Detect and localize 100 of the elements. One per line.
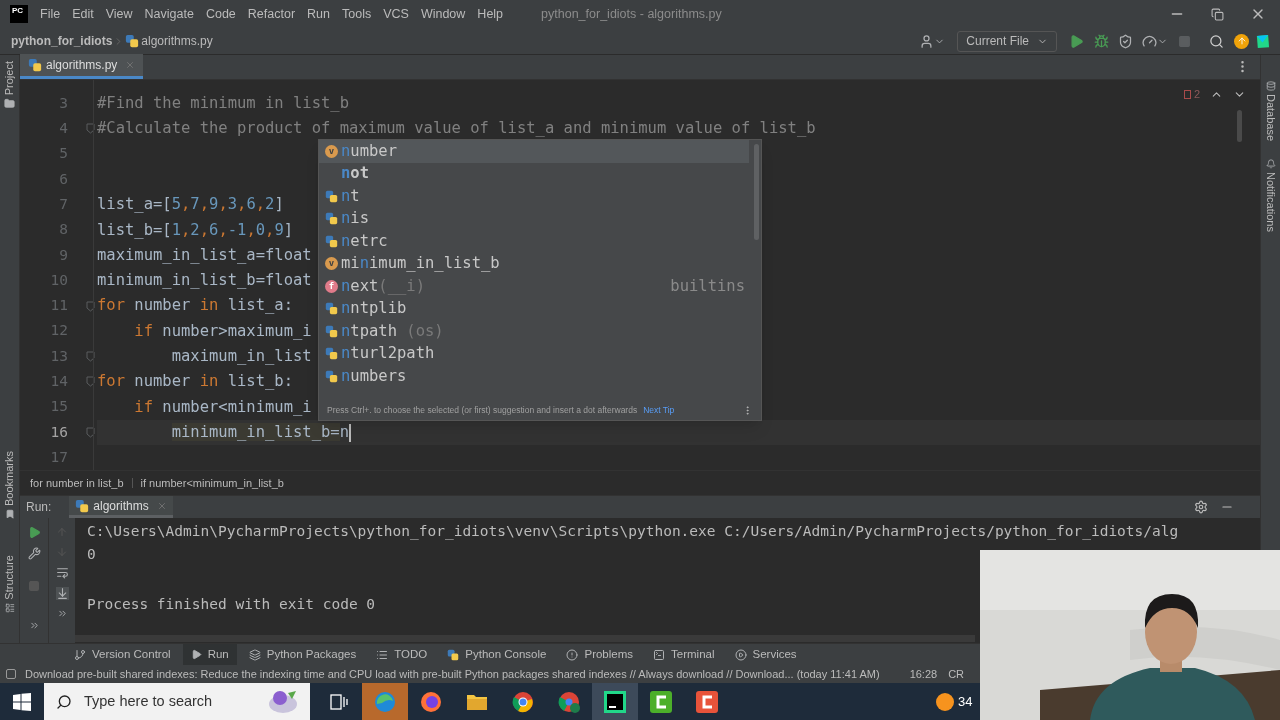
line-number: 16 <box>49 422 68 442</box>
completion-item[interactable]: v minimum_in_list_b <box>319 252 749 275</box>
tool-window-tab[interactable]: Project <box>1 61 18 96</box>
menu-item[interactable]: Help <box>471 4 510 24</box>
code-line: list_a=[5,7,9,3,6,2] <box>97 194 284 216</box>
line-number: 13 <box>49 346 68 366</box>
notification-icon[interactable] <box>6 669 16 679</box>
menu-item[interactable]: Code <box>199 4 242 24</box>
menu-item[interactable]: Run <box>301 4 336 24</box>
search-icon <box>56 693 72 710</box>
completion-item[interactable]: netrc <box>319 230 749 253</box>
rerun-icon[interactable] <box>27 526 41 540</box>
line-number: 17 <box>49 447 68 467</box>
tool-window-tab[interactable]: Structure <box>1 555 18 600</box>
ide-logo-icon[interactable] <box>1255 33 1270 49</box>
layers-icon <box>248 648 261 661</box>
line-number: 12 <box>49 321 68 341</box>
line-separator[interactable]: CR <box>948 665 965 683</box>
caret-position[interactable]: 16:28 <box>909 665 938 683</box>
line-number: 3 <box>58 93 68 113</box>
start-icon[interactable] <box>13 692 31 711</box>
task-view-icon[interactable] <box>329 692 349 711</box>
console-output-line: C:\Users\Admin\PycharmProjects\python_for_idiots\venv\Scripts\python.exe C:/Users/Admin/PycharmProjects/python_for_idiots/alg <box>87 522 1179 542</box>
menu-item[interactable]: Window <box>414 4 472 24</box>
play-icon <box>190 649 202 660</box>
search-field[interactable]: Type here to search <box>44 683 310 720</box>
python-icon <box>447 648 460 661</box>
python-module-icon <box>325 302 338 316</box>
variable-icon: v <box>325 257 338 271</box>
editor-tab[interactable]: algorithms.py <box>20 54 144 79</box>
line-number: 15 <box>49 397 68 417</box>
python-module-icon <box>325 212 338 226</box>
user-icon[interactable] <box>919 33 935 49</box>
tool-window-tab[interactable]: Bookmarks <box>1 451 18 507</box>
fold-marker-icon[interactable] <box>86 376 95 388</box>
fold-marker-icon[interactable] <box>86 427 95 438</box>
browser-icon[interactable] <box>420 690 442 713</box>
run-icon[interactable] <box>1069 33 1084 49</box>
tool-window-button[interactable]: Run <box>182 643 237 666</box>
taskbar-app[interactable] <box>592 683 638 720</box>
scrollbar-thumb[interactable] <box>754 144 759 240</box>
settings-icon[interactable] <box>1194 500 1208 515</box>
recorder-icon[interactable] <box>650 690 672 713</box>
soft-wrap-icon[interactable] <box>55 566 69 580</box>
update-icon[interactable] <box>1234 33 1249 49</box>
completion-item[interactable]: v number <box>319 140 749 163</box>
run-tab[interactable]: algorithms <box>69 496 173 519</box>
fold-marker-icon[interactable] <box>86 351 95 363</box>
terminal-icon <box>653 648 666 661</box>
file-breadcrumb[interactable]: algorithms.py <box>141 32 213 50</box>
browser-icon[interactable] <box>512 690 534 713</box>
bookmark-icon <box>4 509 15 520</box>
tool-window-tab[interactable]: Notifications <box>1262 172 1279 232</box>
search-icon[interactable] <box>1209 33 1224 49</box>
completion-item[interactable]: nntplib <box>319 297 749 320</box>
weather-icon[interactable] <box>936 692 954 711</box>
tool-window-button[interactable]: TODO <box>368 643 436 666</box>
completion-item[interactable]: nturl2path <box>319 342 749 365</box>
code-line: minimum_in_list_b=n <box>170 421 349 443</box>
tool-window-button[interactable]: Services <box>726 643 805 666</box>
text-caret <box>349 423 351 442</box>
scrollbar-thumb[interactable] <box>1237 110 1242 142</box>
menu-item[interactable]: Edit <box>66 4 100 24</box>
tool-window-button[interactable]: Problems <box>558 643 642 666</box>
scroll-to-end-icon[interactable] <box>55 587 69 601</box>
code-breadcrumb[interactable]: if number<minimum_in_list_b <box>140 475 284 492</box>
completion-item[interactable]: not <box>319 162 749 185</box>
next-tip-link[interactable]: Next Tip <box>643 403 675 417</box>
menu-item[interactable]: Refactor <box>241 4 302 24</box>
profile-icon[interactable] <box>1142 33 1157 49</box>
tool-window-button[interactable]: Version Control <box>66 643 179 666</box>
run-configuration-dropdown[interactable]: Current File <box>957 30 1057 52</box>
restore-icon[interactable] <box>1211 7 1224 21</box>
menu-item[interactable]: Navigate <box>138 4 200 24</box>
menu-item[interactable]: View <box>99 4 139 24</box>
coverage-icon[interactable] <box>1118 33 1133 49</box>
completion-item[interactable]: numbers <box>319 365 749 388</box>
menu-item[interactable]: VCS <box>377 4 415 24</box>
menu-item[interactable]: File <box>34 4 67 24</box>
folder-icon <box>4 98 15 110</box>
wrench-icon[interactable] <box>27 547 41 561</box>
code-line: for number in list_b: <box>97 371 293 393</box>
code-breadcrumb[interactable]: for number in list_b <box>30 475 124 492</box>
completion-item[interactable]: nt <box>319 185 749 208</box>
tool-window-tab[interactable]: Database <box>1262 94 1279 142</box>
python-file-icon <box>75 498 90 513</box>
editor-app-icon[interactable] <box>696 690 718 713</box>
temperature[interactable]: 34 <box>958 691 973 712</box>
fold-marker-icon[interactable] <box>86 123 95 135</box>
status-message[interactable]: Download pre-built shared indexes: Reduce the indexing time and CPU load with pre-built Python packages shared indexes // Always download // Download... (today 11:41 AM) <box>25 665 880 683</box>
tool-window-button[interactable]: Python Console <box>439 643 555 666</box>
fold-marker-icon[interactable] <box>86 300 95 312</box>
debug-icon[interactable] <box>1094 33 1109 49</box>
completion-item[interactable]: nis <box>319 207 749 230</box>
tool-window-button[interactable]: Terminal <box>645 643 723 666</box>
project-breadcrumb[interactable]: python_for_idiots <box>11 32 113 50</box>
tool-window-button[interactable]: Python Packages <box>240 643 365 666</box>
menu-item[interactable]: Tools <box>336 4 378 24</box>
line-number: 11 <box>49 296 68 316</box>
ide-icon[interactable] <box>604 690 626 713</box>
